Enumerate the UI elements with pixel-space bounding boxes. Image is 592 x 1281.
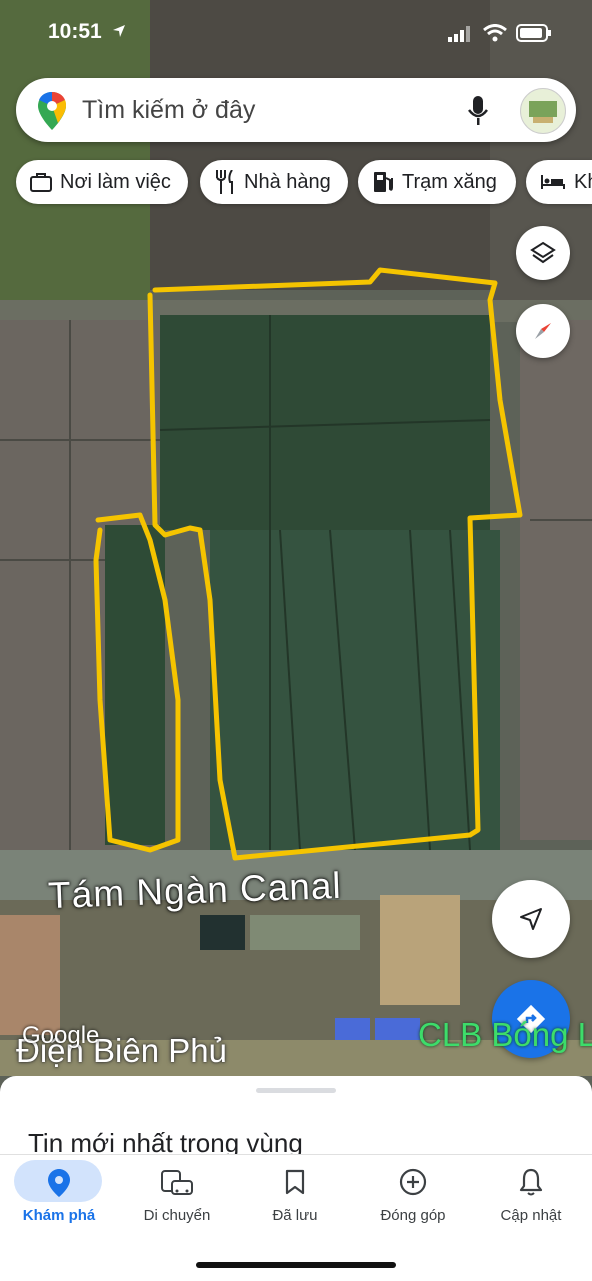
- search-bar[interactable]: Tìm kiếm ở đây: [16, 78, 576, 142]
- google-attribution: Google: [22, 1022, 100, 1049]
- battery-icon: [516, 24, 551, 42]
- chip-label: Nhà hàng: [244, 170, 331, 193]
- wifi-icon: [483, 24, 507, 42]
- status-bar: 10:51: [0, 0, 592, 66]
- nav-explore[interactable]: Khám phá: [0, 1155, 118, 1245]
- chip-gas-station[interactable]: Trạm xăng: [358, 160, 516, 204]
- chip-hotel[interactable]: Kh: [526, 160, 592, 204]
- nav-label: Đã lưu: [272, 1207, 318, 1224]
- compass-button[interactable]: [516, 304, 570, 358]
- my-location-button[interactable]: [492, 880, 570, 958]
- layers-button[interactable]: [516, 226, 570, 280]
- nav-label: Di chuyển: [143, 1207, 211, 1224]
- chip-label: Kh: [574, 170, 592, 193]
- add-circle-icon: [399, 1168, 427, 1196]
- explore-pin-icon: [48, 1169, 70, 1197]
- hotel-icon: [541, 175, 565, 189]
- layers-icon: [530, 241, 556, 264]
- navigation-arrow-icon: [520, 908, 542, 930]
- nav-label: Khám phá: [22, 1207, 96, 1224]
- sheet-drag-handle[interactable]: [256, 1088, 336, 1093]
- maps-pin-logo-icon: [38, 92, 66, 130]
- poi-label[interactable]: CLB Bóng L: [418, 1016, 592, 1054]
- nav-contribute[interactable]: Đóng góp: [354, 1155, 472, 1245]
- nav-commute[interactable]: Di chuyển: [118, 1155, 236, 1245]
- chip-label: Trạm xăng: [402, 170, 497, 193]
- gas-station-icon: [374, 172, 393, 192]
- restaurant-icon: [216, 170, 233, 194]
- avatar[interactable]: [520, 88, 566, 134]
- bell-icon: [519, 1168, 543, 1196]
- bookmark-icon: [285, 1169, 305, 1195]
- commute-icon: [161, 1170, 193, 1195]
- microphone-icon[interactable]: [468, 96, 488, 126]
- briefcase-icon: [30, 173, 52, 192]
- nav-label: Cập nhật: [500, 1207, 562, 1224]
- compass-icon: [535, 323, 551, 339]
- nav-saved[interactable]: Đã lưu: [236, 1155, 354, 1245]
- search-placeholder[interactable]: Tìm kiếm ở đây: [82, 96, 255, 125]
- location-arrow-icon: [113, 25, 125, 37]
- nav-label: Đóng góp: [380, 1207, 446, 1224]
- chip-restaurant[interactable]: Nhà hàng: [200, 160, 348, 204]
- chip-workplace[interactable]: Nơi làm việc: [16, 160, 188, 204]
- signal-icon: [448, 26, 470, 42]
- chip-label: Nơi làm việc: [60, 170, 171, 193]
- status-time: 10:51: [48, 20, 102, 43]
- nav-updates[interactable]: Cập nhật: [472, 1155, 590, 1245]
- home-indicator: [196, 1262, 396, 1268]
